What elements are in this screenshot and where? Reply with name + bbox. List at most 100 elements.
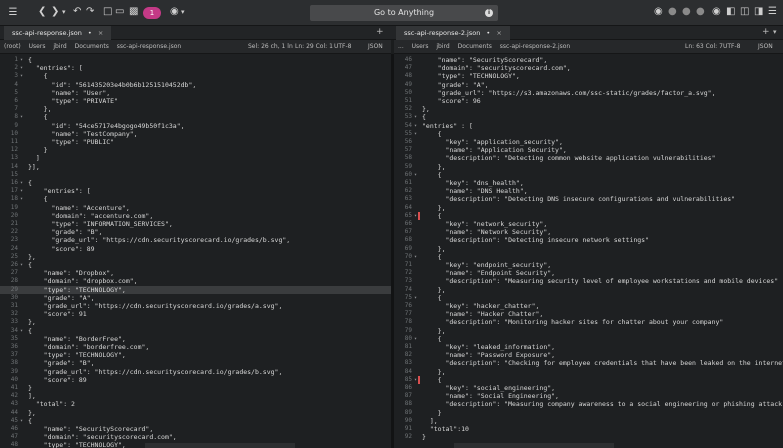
code-line[interactable]: 65 ▾ { — [394, 212, 783, 220]
add-tab-icon[interactable]: + — [376, 26, 384, 39]
code-line[interactable]: 1 ▾ { — [0, 56, 391, 64]
code-line[interactable]: 58 "description": "Detecting common webs… — [394, 154, 783, 162]
encoding-select[interactable]: UTF-8 — [334, 40, 352, 53]
panel-right-icon[interactable]: ◨ — [754, 6, 763, 17]
back-icon[interactable]: ❮ — [38, 6, 46, 17]
code-line[interactable]: 30 "grade": "A", — [0, 294, 391, 302]
code-line[interactable]: 22 "grade": "B", — [0, 228, 391, 236]
code-line[interactable]: 13 ] — [0, 154, 391, 162]
fold-toggle-icon[interactable]: ▾ — [414, 335, 417, 343]
code-line[interactable]: 84 }, — [394, 368, 783, 376]
fold-toggle-icon[interactable]: ▾ — [20, 64, 23, 72]
save-icon[interactable]: ▩ — [129, 6, 138, 17]
code-line[interactable]: 76 "key": "hacker_chatter", — [394, 302, 783, 310]
fold-toggle-icon[interactable]: ▾ — [20, 187, 23, 195]
redo-icon[interactable]: ↷ — [86, 6, 94, 17]
code-line[interactable]: 21 "type": "INFORMATION_SERVICES", — [0, 220, 391, 228]
globe-dropdown-icon[interactable]: ▾ — [181, 8, 185, 16]
fold-toggle-icon[interactable]: ▾ — [20, 327, 23, 335]
code-line[interactable]: 32 "score": 91 — [0, 310, 391, 318]
info-icon[interactable]: i — [485, 9, 493, 17]
right-editor-pane[interactable]: 46 "name": "SecurityScorecard", 47 "domai… — [394, 54, 783, 448]
step-icon[interactable]: ● — [696, 6, 705, 17]
code-line[interactable]: 39 "grade_url": "https://cdn.securitysco… — [0, 368, 391, 376]
code-line[interactable]: 83 "description": "Checking for employee… — [394, 359, 783, 367]
fold-toggle-icon[interactable]: ▾ — [20, 195, 23, 203]
menu-icon[interactable]: ☰ — [768, 6, 777, 17]
code-line[interactable]: 90 ], — [394, 417, 783, 425]
fold-toggle-icon[interactable]: ▾ — [20, 72, 23, 80]
fold-toggle-icon[interactable]: ▾ — [20, 261, 23, 269]
code-line[interactable]: 53 ▾ { — [394, 113, 783, 121]
code-line[interactable]: 57 "name": "Application Security", — [394, 146, 783, 154]
language-select[interactable]: JSON — [368, 40, 383, 53]
horizontal-scrollbar[interactable] — [454, 443, 614, 448]
code-line[interactable]: 78 "description": "Monitoring hacker sit… — [394, 318, 783, 326]
code-line[interactable]: 49 "grade": "A", — [394, 81, 783, 89]
code-line[interactable]: 67 "name": "Network Security", — [394, 228, 783, 236]
code-line[interactable]: 11 "type": "PUBLIC" — [0, 138, 391, 146]
code-line[interactable]: 17 ▾ "entries": [ — [0, 187, 391, 195]
new-file-icon[interactable]: □ — [103, 6, 112, 17]
code-line[interactable]: 16 ▾ { — [0, 179, 391, 187]
code-line[interactable]: 45 ▾ { — [0, 417, 391, 425]
code-line[interactable]: 14}], — [0, 163, 391, 171]
chevron-left-icon[interactable]: ☰ — [8, 7, 18, 18]
code-line[interactable]: 15 — [0, 171, 391, 179]
code-line[interactable]: 87 "name": "Social Engineering", — [394, 392, 783, 400]
code-line[interactable]: 89 } — [394, 409, 783, 417]
pause-icon[interactable]: ● — [682, 6, 691, 17]
code-line[interactable]: 46 "name": "SecurityScorecard", — [394, 56, 783, 64]
code-line[interactable]: 33}, — [0, 318, 391, 326]
code-line[interactable]: 5 "name": "User", — [0, 89, 391, 97]
code-line[interactable]: 81 "key": "leaked_information", — [394, 343, 783, 351]
forward-icon[interactable]: ❯ — [51, 6, 59, 17]
code-line[interactable]: 24 "score": 89 — [0, 245, 391, 253]
code-line[interactable]: 26 ▾ { — [0, 261, 391, 269]
fold-toggle-icon[interactable]: ▾ — [414, 130, 417, 138]
panel-left-icon[interactable]: ◧ — [726, 6, 735, 17]
add-tab-icon[interactable]: + — [762, 26, 770, 39]
fold-toggle-icon[interactable]: ▾ — [20, 56, 23, 64]
code-line[interactable]: 56 "key": "application_security", — [394, 138, 783, 146]
code-line[interactable]: 54 ▾ "entries" : [ — [394, 122, 783, 130]
code-line[interactable]: 74 }, — [394, 286, 783, 294]
code-line[interactable]: 29 "type": "TECHNOLOGY", — [0, 285, 391, 294]
code-line[interactable]: 64 }, — [394, 204, 783, 212]
breadcrumb-item[interactable]: jbird — [436, 43, 449, 50]
language-select[interactable]: JSON — [758, 40, 773, 53]
play-icon[interactable]: ● — [668, 6, 677, 17]
code-line[interactable]: 8 ▾ { — [0, 113, 391, 121]
code-line[interactable]: 37 "type": "TECHNOLOGY", — [0, 351, 391, 359]
code-line[interactable]: 70 ▾ { — [394, 253, 783, 261]
code-line[interactable]: 40 "score": 89 — [0, 376, 391, 384]
code-line[interactable]: 60 ▾ { — [394, 171, 783, 179]
fold-toggle-icon[interactable]: ▾ — [20, 417, 23, 425]
fold-toggle-icon[interactable]: ▾ — [414, 294, 417, 302]
breadcrumb-item[interactable]: (root) — [4, 43, 21, 50]
code-line[interactable]: 35 "name": "BorderFree", — [0, 335, 391, 343]
code-line[interactable]: 52}, — [394, 105, 783, 113]
go-to-anything-bar[interactable]: Go to Anything i — [310, 5, 498, 21]
chevron-down-icon[interactable]: ▾ — [62, 8, 66, 16]
code-line[interactable]: 47 "domain": "securityscorecard.com", — [0, 433, 391, 441]
code-line[interactable]: 9 "id": "54ce5717e4bgogo49b50f1c3a", — [0, 122, 391, 130]
breadcrumb-item[interactable]: jbird — [53, 43, 66, 50]
code-line[interactable]: 68 "description": "Detecting insecure ne… — [394, 236, 783, 244]
code-line[interactable]: 6 "type": "PRIVATE" — [0, 97, 391, 105]
record-icon[interactable]: ◉ — [654, 6, 663, 17]
code-line[interactable]: 10 "name": "TestCompany", — [0, 130, 391, 138]
code-line[interactable]: 55 ▾ { — [394, 130, 783, 138]
notification-badge[interactable]: 1 — [143, 7, 161, 19]
close-icon[interactable]: × — [98, 29, 103, 37]
code-line[interactable]: 51 "score": 96 — [394, 97, 783, 105]
fold-toggle-icon[interactable]: ▾ — [414, 212, 417, 220]
tab-left-file[interactable]: ssc-api-response.json • × — [4, 26, 112, 40]
code-line[interactable]: 42], — [0, 392, 391, 400]
encoding-select[interactable]: UTF-8 — [723, 40, 741, 53]
code-line[interactable]: 73 "description": "Measuring security le… — [394, 277, 783, 285]
code-line[interactable]: 92} — [394, 433, 783, 441]
code-line[interactable]: 44}, — [0, 409, 391, 417]
code-line[interactable]: 62 "name": "DNS Health", — [394, 187, 783, 195]
code-line[interactable]: 41} — [0, 384, 391, 392]
